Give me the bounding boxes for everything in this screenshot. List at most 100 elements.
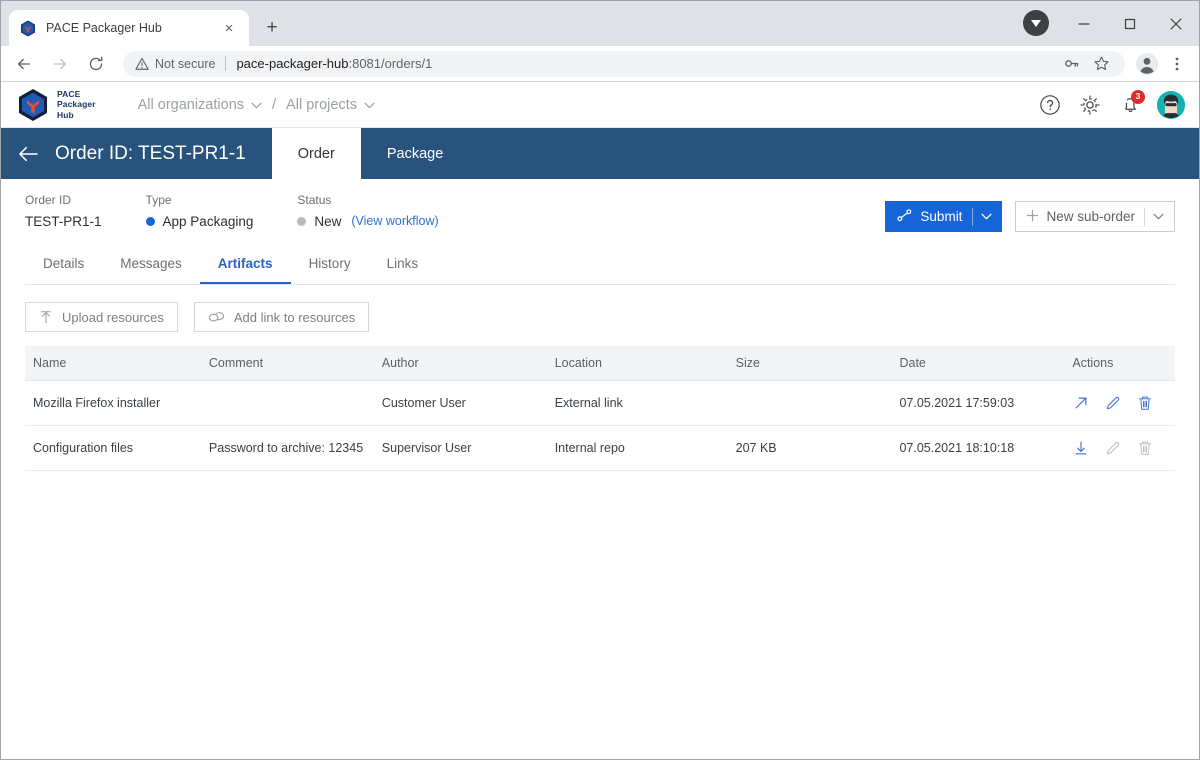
edit-pencil-icon [1104,439,1122,457]
submit-dropdown-toggle[interactable] [972,207,1000,226]
meta-order-id-value: TEST-PR1-1 [25,214,102,229]
gear-icon[interactable] [1073,88,1107,122]
tab-strip: PACE Packager Hub × + [1,1,287,46]
column-header-size[interactable]: Size [727,346,892,381]
cell-name: Configuration files [25,425,201,471]
meta-type-label: Type [145,193,172,207]
artifacts-table-head: Name Comment Author Location Size Date A… [25,346,1175,381]
window-minimize-button[interactable] [1061,1,1107,46]
breadcrumb-organizations[interactable]: All organizations [138,97,262,113]
upload-icon [39,310,53,324]
trash-icon[interactable] [1136,394,1154,412]
new-tab-button[interactable]: + [257,13,287,43]
app-logo[interactable]: PACE Packager Hub [17,88,96,122]
link-icon [208,310,225,324]
upload-resources-button[interactable]: Upload resources [25,302,178,332]
cell-author: Supervisor User [373,425,547,471]
bookmark-star-icon[interactable] [1087,50,1115,78]
table-row[interactable]: Mozilla Firefox installer Customer User … [25,380,1175,426]
cell-date: 07.05.2021 18:10:18 [891,425,1065,471]
logo-line-1: PACE [57,88,81,99]
user-avatar[interactable] [1157,90,1185,119]
header-actions: 3 [1027,88,1185,122]
forward-button-icon[interactable] [45,49,75,79]
bell-icon[interactable]: 3 [1113,88,1147,122]
table-row[interactable]: Configuration files Password to archive:… [25,425,1175,471]
new-suborder-dropdown-toggle[interactable] [1144,207,1172,226]
pace-cube-icon [19,19,37,37]
submit-button-label: Submit [920,209,963,224]
download-indicator-icon[interactable] [1023,10,1049,36]
notification-badge: 3 [1131,89,1145,104]
close-tab-icon[interactable]: × [219,18,239,38]
cell-comment: Password to archive: 12345 [200,425,374,471]
external-link-icon[interactable] [1072,394,1090,412]
status-badge [297,217,307,226]
order-meta: Order ID TEST-PR1-1 Type App Packaging S… [1,179,1199,232]
breadcrumb-projects[interactable]: All projects [286,97,375,113]
app-header: PACE Packager Hub All organizations / Al… [1,82,1199,128]
back-button-icon[interactable] [9,49,39,79]
security-status-label: Not secure [155,56,216,71]
artifacts-toolbar: Upload resources Add link to resources [25,302,1175,332]
edit-pencil-icon[interactable] [1104,394,1122,412]
chevron-down-icon [364,97,375,113]
download-icon[interactable] [1072,439,1090,457]
column-header-comment[interactable]: Comment [200,346,374,381]
meta-type: Type App Packaging [145,193,254,229]
artifacts-table-body: Mozilla Firefox installer Customer User … [25,380,1175,471]
arrow-left-icon[interactable] [1,128,55,179]
column-header-name[interactable]: Name [25,346,201,381]
browser-window: PACE Packager Hub × + Not secure pace-pa… [0,0,1200,760]
window-close-button[interactable] [1153,1,1199,46]
subtab-messages[interactable]: Messages [102,248,200,284]
order-actions: Submit New sub-order [885,193,1175,232]
meta-status-label: Status [297,193,332,207]
subtab-links[interactable]: Links [369,248,437,284]
browser-tab[interactable]: PACE Packager Hub × [9,10,249,46]
cell-actions [1064,425,1175,471]
app-logo-text: PACE Packager Hub [57,89,96,121]
browser-toolbar: Not secure pace-packager-hub:8081/orders… [1,46,1199,81]
cell-size: 207 KB [727,425,892,471]
omnibox-divider [225,56,227,71]
new-suborder-button[interactable]: New sub-order [1015,201,1175,232]
subtab-history[interactable]: History [291,248,369,284]
cell-size [727,380,892,426]
browser-menu-icon[interactable] [1163,50,1191,78]
artifacts-table: Name Comment Author Location Size Date A… [25,346,1175,471]
tab-order[interactable]: Order [271,128,361,179]
upload-resources-label: Upload resources [62,309,164,325]
reload-button-icon[interactable] [81,49,111,79]
cell-comment [200,380,374,426]
url-host: pace-packager-hub [236,56,349,71]
submit-button[interactable]: Submit [885,201,1003,232]
column-header-date[interactable]: Date [891,346,1065,381]
subtab-details[interactable]: Details [25,248,102,284]
tab-title: PACE Packager Hub [46,21,162,35]
type-status-dot [145,217,155,226]
column-header-location[interactable]: Location [546,346,728,381]
workflow-transition-icon [897,208,912,225]
subtab-artifacts[interactable]: Artifacts [199,248,291,284]
help-circle-icon[interactable] [1033,88,1067,122]
row-actions [1072,394,1167,412]
meta-order-id-label: Order ID [25,193,72,207]
meta-status-value: New (View workflow) [297,214,439,229]
meta-type-text: App Packaging [162,214,254,229]
window-maximize-button[interactable] [1107,1,1153,46]
tab-package[interactable]: Package [361,128,469,179]
view-workflow-link[interactable]: (View workflow) [351,214,438,229]
password-key-icon[interactable] [1057,50,1085,78]
address-bar[interactable]: Not secure pace-packager-hub:8081/orders… [123,50,1125,78]
browser-profile-avatar[interactable] [1133,50,1161,78]
logo-line-2: Packager [57,99,96,110]
cell-actions [1064,380,1175,426]
trash-icon [1136,439,1154,457]
column-header-author[interactable]: Author [373,346,547,381]
cell-name: Mozilla Firefox installer [25,380,201,426]
add-link-to-resources-label: Add link to resources [233,309,356,325]
security-status[interactable]: Not secure [135,57,215,71]
cell-location: Internal repo [546,425,728,471]
add-link-to-resources-button[interactable]: Add link to resources [193,302,370,332]
